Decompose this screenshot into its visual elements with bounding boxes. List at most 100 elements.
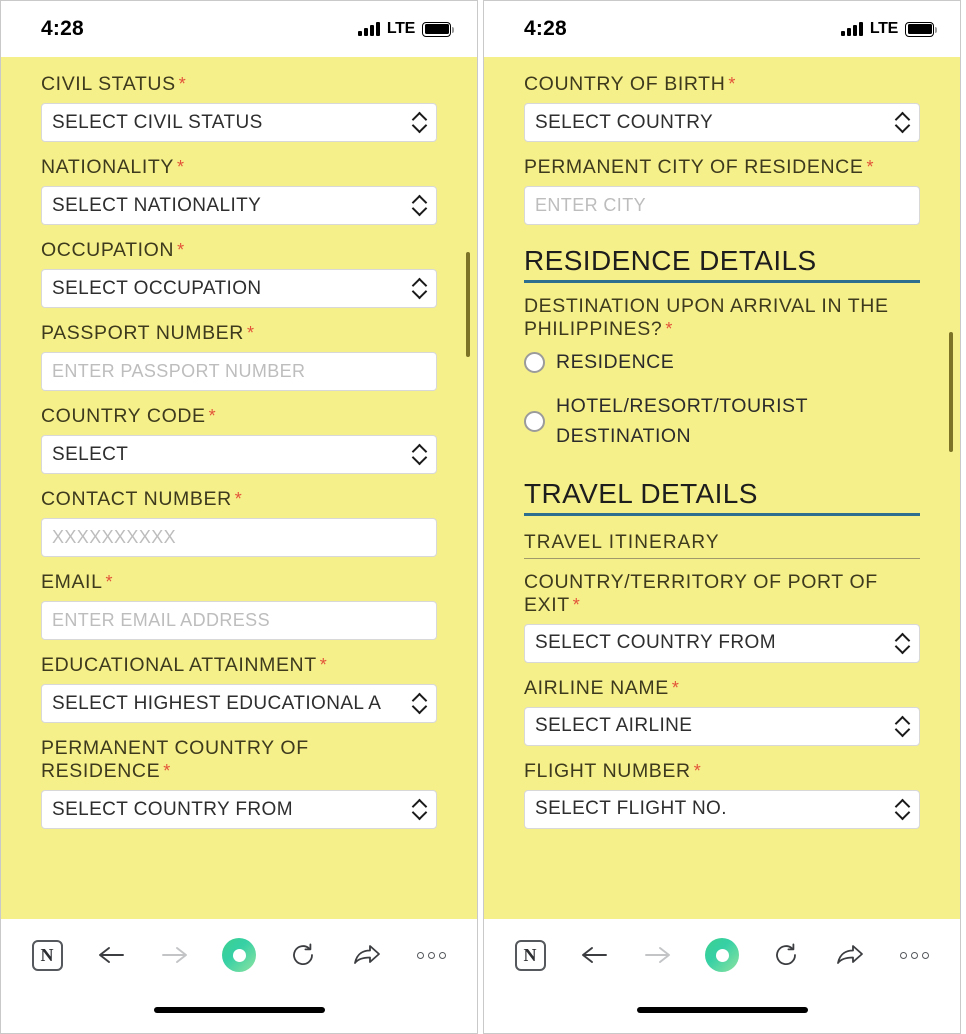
status-indicators: LTE bbox=[840, 20, 937, 38]
arrow-right-icon bbox=[162, 947, 187, 963]
forward-button[interactable] bbox=[636, 933, 680, 977]
select-value: SELECT COUNTRY bbox=[535, 111, 714, 133]
back-button[interactable] bbox=[572, 933, 616, 977]
subsection-title: TRAVEL ITINERARY bbox=[524, 531, 720, 553]
chevron-updown-icon bbox=[413, 279, 426, 298]
select-value: SELECT COUNTRY FROM bbox=[52, 798, 293, 820]
reload-button[interactable] bbox=[281, 933, 325, 977]
more-button[interactable] bbox=[892, 933, 936, 977]
field-permanent-country-of-residence: PERMANENT COUNTRY OF RESIDENCE * SELECT C… bbox=[41, 737, 437, 829]
field-label: COUNTRY CODE * bbox=[41, 405, 217, 427]
battery-full-icon bbox=[905, 21, 937, 37]
select-educational-attainment[interactable]: SELECT HIGHEST EDUCATIONAL A bbox=[41, 684, 437, 723]
vertical-scrollbar[interactable] bbox=[466, 252, 470, 357]
required-marker: * bbox=[319, 655, 328, 675]
notion-n-icon: N bbox=[31, 939, 63, 971]
forward-button[interactable] bbox=[153, 933, 197, 977]
dual-screenshot-container: 4:28 LTE CIVIL STATUS * SELECT CIVIL STAT… bbox=[0, 0, 966, 1034]
section-underline bbox=[524, 280, 920, 283]
select-flight-number[interactable]: SELECT FLIGHT NO. bbox=[524, 789, 920, 829]
arrow-left-icon bbox=[99, 947, 124, 963]
chevron-updown-icon bbox=[413, 694, 426, 713]
input-placeholder: ENTER PASSPORT NUMBER bbox=[52, 361, 306, 381]
status-bar-right: 4:28 LTE bbox=[484, 1, 960, 57]
record-button[interactable] bbox=[217, 933, 261, 977]
radio-label: HOTEL/RESORT/TOURIST DESTINATION bbox=[556, 395, 808, 448]
required-marker: * bbox=[693, 760, 702, 781]
share-arrow-icon bbox=[837, 945, 863, 964]
field-label: NATIONALITY * bbox=[41, 156, 185, 178]
select-country-code[interactable]: SELECT bbox=[41, 435, 437, 474]
share-button[interactable] bbox=[345, 933, 389, 977]
chevron-updown-icon bbox=[413, 445, 426, 464]
select-value: SELECT HIGHEST EDUCATIONAL A bbox=[52, 692, 382, 714]
field-label: PASSPORT NUMBER * bbox=[41, 322, 255, 344]
record-button[interactable] bbox=[700, 933, 744, 977]
input-permanent-city[interactable]: ENTER CITY bbox=[524, 186, 920, 225]
share-button[interactable] bbox=[828, 933, 872, 977]
back-button[interactable] bbox=[89, 933, 133, 977]
residence-question-label: DESTINATION UPON ARRIVAL IN THE PHILIPPI… bbox=[524, 295, 889, 340]
required-marker: * bbox=[105, 572, 114, 592]
required-marker: * bbox=[178, 74, 187, 94]
right-phone-screen: 4:28 LTE COUNTRY OF BIRTH * SELECT COUNTR… bbox=[483, 0, 961, 1034]
residence-radio-group: RESIDENCE HOTEL/RESORT/TOURIST DESTINATI… bbox=[524, 347, 920, 452]
field-educational-attainment: EDUCATIONAL ATTAINMENT * SELECT HIGHEST E… bbox=[41, 654, 437, 723]
radio-option-hotel-resort[interactable]: HOTEL/RESORT/TOURIST DESTINATION bbox=[524, 391, 920, 451]
field-label: AIRLINE NAME * bbox=[524, 676, 680, 699]
radio-option-residence[interactable]: RESIDENCE bbox=[524, 347, 920, 377]
status-bar-left: 4:28 LTE bbox=[1, 1, 477, 57]
select-civil-status[interactable]: SELECT CIVIL STATUS bbox=[41, 103, 437, 142]
required-marker: * bbox=[728, 74, 736, 94]
required-marker: * bbox=[572, 594, 581, 615]
subsection-underline bbox=[524, 557, 920, 559]
signal-bars-icon bbox=[357, 22, 380, 36]
field-country-code: COUNTRY CODE * SELECT bbox=[41, 405, 437, 474]
field-label: EDUCATIONAL ATTAINMENT * bbox=[41, 654, 328, 676]
field-occupation: OCCUPATION * SELECT OCCUPATION bbox=[41, 239, 437, 308]
field-civil-status: CIVIL STATUS * SELECT CIVIL STATUS bbox=[41, 73, 437, 142]
select-nationality[interactable]: SELECT NATIONALITY bbox=[41, 186, 437, 225]
form-scroll-area-right[interactable]: COUNTRY OF BIRTH * SELECT COUNTRY PERMANE… bbox=[484, 57, 960, 919]
field-nationality: NATIONALITY * SELECT NATIONALITY bbox=[41, 156, 437, 225]
select-value: SELECT AIRLINE bbox=[535, 715, 693, 737]
field-label: EMAIL * bbox=[41, 571, 114, 593]
required-marker: * bbox=[671, 677, 680, 698]
required-marker: * bbox=[163, 761, 171, 781]
radio-circle-icon[interactable] bbox=[524, 351, 545, 373]
input-placeholder: ENTER EMAIL ADDRESS bbox=[52, 610, 270, 630]
select-occupation[interactable]: SELECT OCCUPATION bbox=[41, 269, 437, 308]
refresh-icon bbox=[776, 943, 796, 965]
field-airline-name: AIRLINE NAME * SELECT AIRLINE bbox=[524, 677, 920, 746]
select-airline-name[interactable]: SELECT AIRLINE bbox=[524, 706, 920, 746]
browser-toolbar-right: N bbox=[484, 919, 960, 991]
input-email[interactable]: ENTER EMAIL ADDRESS bbox=[41, 601, 437, 640]
ellipsis-icon bbox=[416, 951, 446, 959]
required-marker: * bbox=[208, 406, 217, 426]
input-contact-number[interactable]: XXXXXXXXXX bbox=[41, 518, 437, 557]
select-permanent-country-of-residence[interactable]: SELECT COUNTRY FROM bbox=[41, 790, 437, 829]
green-donut-icon bbox=[222, 938, 256, 972]
input-placeholder: ENTER CITY bbox=[535, 195, 647, 215]
arrow-left-icon bbox=[582, 947, 607, 963]
home-indicator bbox=[636, 1007, 808, 1013]
app-badge-button[interactable]: N bbox=[508, 933, 552, 977]
more-button[interactable] bbox=[409, 933, 453, 977]
field-email: EMAIL * ENTER EMAIL ADDRESS bbox=[41, 571, 437, 640]
radio-circle-icon[interactable] bbox=[524, 410, 545, 432]
required-marker: * bbox=[866, 157, 875, 177]
select-country-of-birth[interactable]: SELECT COUNTRY bbox=[524, 103, 920, 142]
arrow-right-icon bbox=[645, 947, 670, 963]
input-passport-number[interactable]: ENTER PASSPORT NUMBER bbox=[41, 352, 437, 391]
required-marker: * bbox=[177, 240, 185, 260]
form-scroll-area-left[interactable]: CIVIL STATUS * SELECT CIVIL STATUS NATION… bbox=[1, 57, 477, 919]
ellipsis-icon bbox=[899, 951, 929, 959]
app-badge-button[interactable]: N bbox=[25, 933, 69, 977]
required-marker: * bbox=[234, 489, 243, 509]
required-marker: * bbox=[665, 319, 673, 339]
reload-button[interactable] bbox=[764, 933, 808, 977]
select-country-port-of-exit[interactable]: SELECT COUNTRY FROM bbox=[524, 623, 920, 663]
select-value: SELECT COUNTRY FROM bbox=[535, 632, 776, 654]
section-title: TRAVEL DETAILS bbox=[524, 477, 758, 509]
vertical-scrollbar[interactable] bbox=[949, 332, 953, 452]
